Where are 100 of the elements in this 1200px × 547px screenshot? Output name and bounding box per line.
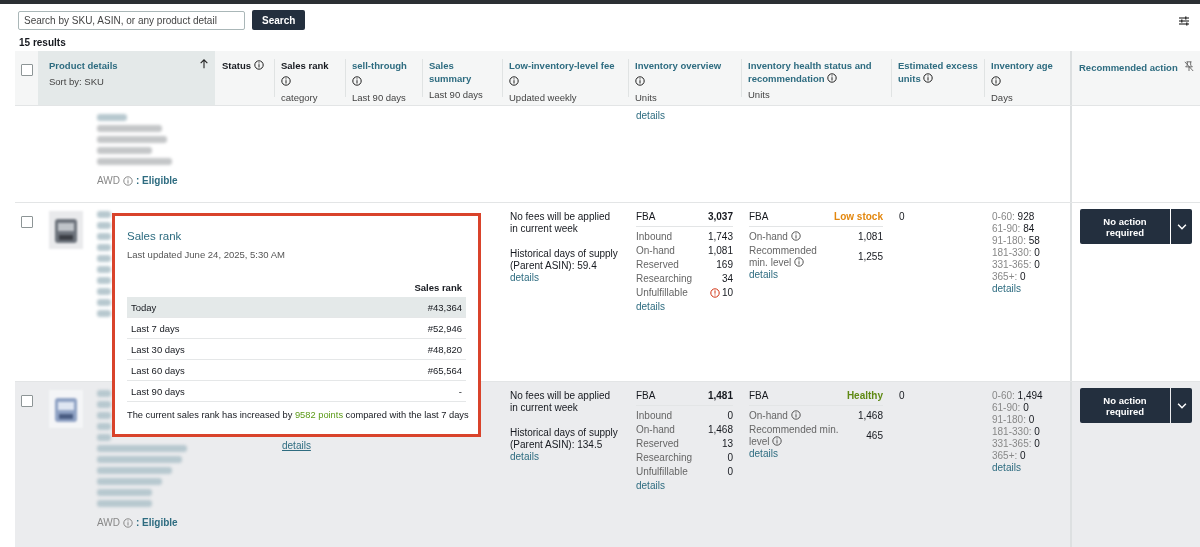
age-range: 0-60: 928 [992,211,1036,223]
redacted-text [97,434,111,441]
table-row[interactable]: AWD : Eligible details [15,106,1200,203]
rank-value: #48,820 [427,343,462,355]
health-label: On-hand [749,410,801,422]
unit-count: 1,468 [707,424,733,436]
redacted-text [97,136,167,143]
info-icon [122,518,133,528]
details-link[interactable]: details [510,451,539,462]
details-link[interactable]: details [282,440,311,451]
column-header[interactable]: Estimated excess units [898,59,978,85]
details-link[interactable]: details [636,110,665,121]
search-button[interactable]: Search [252,10,306,30]
column-header[interactable]: Inventory age [991,59,1053,72]
column-header[interactable]: Status [222,59,264,72]
column-header[interactable]: sell-through [352,59,407,72]
redacted-text [97,500,152,507]
action-button[interactable]: No action required [1080,388,1170,423]
sort-arrow-icon [199,59,209,69]
column-subtitle: Units [635,91,658,104]
redacted-text [97,125,162,132]
inventory-label: Unfulfillable [636,287,689,299]
redacted-text [97,266,111,273]
details-link[interactable]: details [636,480,733,492]
redacted-text [97,310,111,317]
inventory-label: Inbound [636,410,674,422]
column-header[interactable]: Inventory health status and recommendation [748,59,885,85]
unit-count: 1,255 [856,251,883,263]
health-status: Healthy [846,390,883,406]
fee-note: No fees will be applied in current week [510,390,612,414]
details-link[interactable]: details [636,301,733,313]
unit-count: 1,743 [707,231,733,243]
period-label: Last 7 days [131,322,180,334]
checkbox[interactable] [21,395,33,407]
redacted-text [97,288,111,295]
awd-label: AWD [97,175,120,187]
redacted-text [97,299,111,306]
details-link[interactable]: details [749,448,778,459]
age-range: 91-180: 0 [992,414,1036,426]
dropdown-button[interactable] [1171,209,1192,244]
caret-icon [1176,221,1187,232]
unit-count: 1,081 [707,245,733,257]
fba-label: FBA [636,211,696,227]
info-icon [635,76,645,86]
health-label: On-hand [749,231,801,243]
column-header: Sales rank [413,282,463,293]
column-header[interactable]: Inventory overview [635,59,722,72]
unpin-icon [1184,61,1194,71]
eligible-link[interactable]: : Eligible [135,517,178,529]
unit-count: 1,081 [856,231,883,243]
info-icon [281,76,291,86]
column-header[interactable]: Sales rank [281,59,329,72]
details-link[interactable]: details [992,462,1062,474]
column-header[interactable]: Product details [49,59,118,72]
column-subtitle: category [281,91,319,104]
age-range: 365+: 0 [992,450,1027,462]
redacted-text [97,478,162,485]
inventory-label: Unfulfillable [636,466,689,478]
checkbox[interactable] [21,64,33,76]
rank-value: #43,364 [427,301,462,313]
excess-units: 0 [899,211,905,222]
redacted-text [97,147,152,154]
column-header[interactable]: Sales summary [429,59,496,85]
redacted-text [97,489,152,496]
period-label: Last 30 days [131,343,185,355]
action-button[interactable]: No action required [1080,209,1170,244]
unit-count: 169 [716,259,733,271]
redacted-text [97,390,111,397]
age-range: 61-90: 0 [992,402,1030,414]
health-label: Recommended min. level [749,424,840,448]
column-header[interactable]: Recommended action [1079,61,1178,74]
details-link[interactable]: details [510,272,539,283]
column-header[interactable]: Low-inventory-level fee [509,59,615,72]
age-range: 91-180: 58 [992,235,1041,247]
search-field[interactable]: Search by SKU, ASIN, or any product detail [18,10,245,30]
excess-units: 0 [899,390,905,401]
details-link[interactable]: details [749,269,778,280]
age-range: 0-60: 1,494 [992,390,1044,402]
age-range: 365+: 0 [992,271,1027,283]
filter-settings-icon[interactable] [1178,15,1190,27]
redacted-text [97,412,111,419]
period-label: Last 90 days [131,385,185,397]
details-link[interactable]: details [992,283,1062,295]
fba-label: FBA [749,390,847,406]
fba-label: FBA [636,390,696,406]
info-icon [923,73,934,83]
age-range: 331-365: 0 [992,259,1041,271]
redacted-text [97,255,111,262]
redacted-text [97,222,111,229]
info-icon [827,73,838,83]
age-range: 61-90: 84 [992,223,1036,235]
checkbox[interactable] [21,216,33,228]
info-icon [122,176,133,186]
inventory-label: Researching [636,273,694,285]
popup-title: Sales rank [127,230,183,242]
eligible-link[interactable]: : Eligible [135,175,178,187]
column-subtitle: Last 90 days [352,91,407,104]
info-icon [794,257,804,267]
age-range: 331-365: 0 [992,438,1041,450]
dropdown-button[interactable] [1171,388,1192,423]
